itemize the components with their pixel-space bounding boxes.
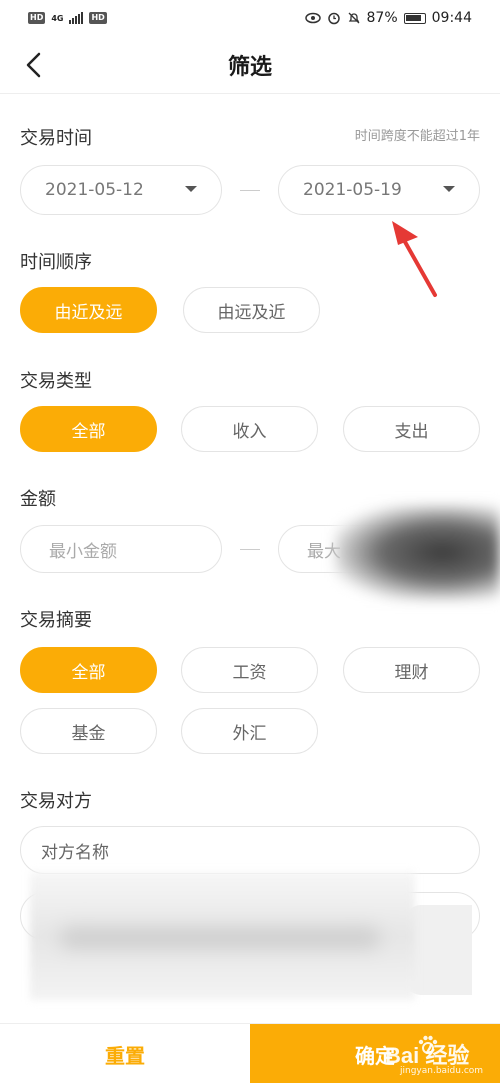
summary-title: 交易摘要 xyxy=(20,610,92,631)
caret-down-icon xyxy=(443,186,455,192)
status-right: 87% 09:44 xyxy=(304,10,472,26)
type-option-expense[interactable]: 支出 xyxy=(343,406,480,452)
watermark-url: jingyan.baidu.com xyxy=(400,1066,484,1076)
counterparty-name-input[interactable]: 对方名称 xyxy=(20,826,480,874)
summary-option-salary[interactable]: 工资 xyxy=(181,647,318,693)
page-title: 筛选 xyxy=(227,54,272,80)
type-option-income[interactable]: 收入 xyxy=(181,406,318,452)
battery-percent: 87% xyxy=(366,10,398,26)
start-date-value: 2021-05-12 xyxy=(45,180,144,200)
eye-icon xyxy=(304,12,321,24)
trade-type-title: 交易类型 xyxy=(20,371,92,392)
reset-button[interactable]: 重置 xyxy=(0,1024,250,1083)
floating-side-tab xyxy=(405,905,472,995)
order-option-near-to-far[interactable]: 由近及远 xyxy=(20,287,157,333)
status-left: HD 4G HD xyxy=(28,12,107,24)
type-option-all[interactable]: 全部 xyxy=(20,406,157,452)
amount-title: 金额 xyxy=(20,489,56,510)
caret-down-icon xyxy=(185,186,197,192)
signal-icon xyxy=(69,12,84,24)
time-span-hint: 时间跨度不能超过1年 xyxy=(354,129,480,144)
blurred-overlay-2 xyxy=(30,872,415,1000)
chevron-left-icon xyxy=(26,52,41,78)
hd-badge: HD xyxy=(28,12,46,24)
end-date-value: 2021-05-19 xyxy=(303,180,402,200)
back-button[interactable] xyxy=(18,48,48,82)
counterparty-title: 交易对方 xyxy=(20,791,92,812)
time-order-title: 时间顺序 xyxy=(20,252,92,273)
min-amount-input[interactable]: 最小金额 xyxy=(20,525,222,573)
annotation-arrow-icon xyxy=(392,221,437,297)
blurred-overlay xyxy=(335,505,500,600)
mute-bell-icon xyxy=(348,12,359,24)
baidu-watermark: Bai 经验 jingyan.baidu.com xyxy=(355,1030,495,1080)
summary-option-forex[interactable]: 外汇 xyxy=(181,708,318,754)
status-bar: HD 4G HD 87% 09:44 xyxy=(0,0,500,36)
date-range-separator xyxy=(240,190,260,191)
trade-time-title: 交易时间 xyxy=(20,128,92,149)
start-date-picker[interactable]: 2021-05-12 xyxy=(20,165,222,215)
network-type: 4G xyxy=(51,13,64,23)
summary-option-all[interactable]: 全部 xyxy=(20,647,157,693)
summary-option-fund[interactable]: 基金 xyxy=(20,708,157,754)
summary-option-wealth[interactable]: 理财 xyxy=(343,647,480,693)
order-option-far-to-near[interactable]: 由远及近 xyxy=(183,287,320,333)
nav-bar: 筛选 xyxy=(0,36,500,94)
amount-range-separator xyxy=(240,549,260,550)
battery-icon xyxy=(403,12,426,24)
alarm-icon xyxy=(327,12,340,25)
hd-badge-2: HD xyxy=(89,12,107,24)
end-date-picker[interactable]: 2021-05-19 xyxy=(278,165,480,215)
clock: 09:44 xyxy=(431,10,472,26)
